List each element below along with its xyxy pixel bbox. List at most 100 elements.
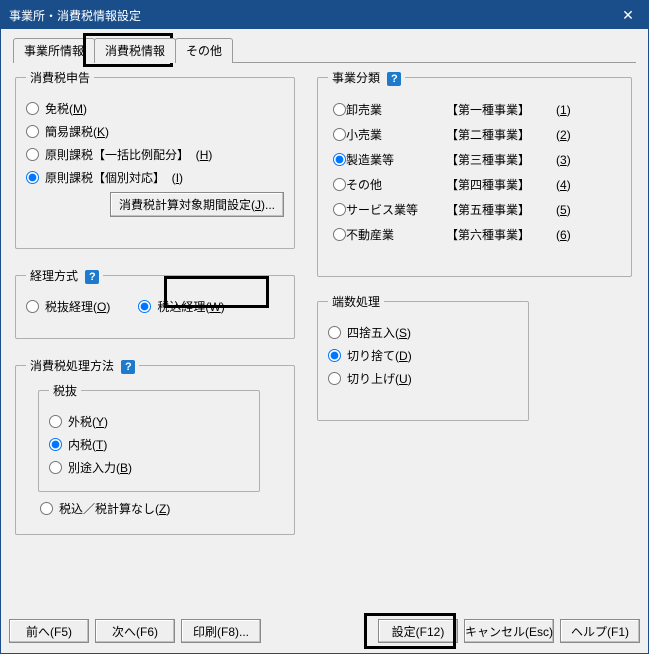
radio-internal-tax[interactable]: 内税(T) [49, 436, 249, 453]
biz-class: 【第四種事業】 [446, 176, 556, 193]
radio-exempt-input[interactable] [26, 102, 39, 115]
radio-ceil-input[interactable] [328, 372, 341, 385]
help-icon[interactable]: ? [85, 270, 99, 284]
next-button[interactable]: 次へ(F6) [95, 619, 175, 643]
biz-label: 小売業 [346, 126, 446, 143]
group-accounting-method: 経理方式 ? 税抜経理(O) 税込経理(W) [15, 267, 295, 339]
biz-class: 【第六種事業】 [446, 226, 556, 243]
radio-principle-individual-label: 原則課税【個別対応】 (I) [45, 169, 183, 186]
biz-shortcut: (2) [556, 128, 586, 142]
radio-tax-included-input[interactable] [138, 300, 151, 313]
radio-separate-input-label: 別途入力(B) [68, 459, 132, 476]
radio-internal-tax-input[interactable] [49, 438, 62, 451]
radio-external-tax-input[interactable] [49, 415, 62, 428]
biz-label: 卸売業 [346, 101, 446, 118]
radio-floor-input[interactable] [328, 349, 341, 362]
legend-tax-return: 消費税申告 [26, 69, 94, 86]
window-title: 事業所・消費税情報設定 [9, 7, 141, 24]
tab-consumption-tax[interactable]: 消費税情報 [94, 38, 176, 63]
help-icon[interactable]: ? [121, 360, 135, 374]
biz-row-2[interactable]: 製造業等【第三種事業】(3) [328, 150, 621, 169]
group-rounding: 端数処理 四捨五入(S) 切り捨て(D) 切り上げ(U) [317, 293, 529, 421]
biz-shortcut: (5) [556, 203, 586, 217]
radio-external-tax-label: 外税(Y) [68, 413, 108, 430]
biz-shortcut: (1) [556, 103, 586, 117]
help-icon[interactable]: ? [387, 72, 401, 86]
biz-row-5[interactable]: 不動産業【第六種事業】(6) [328, 225, 621, 244]
tab-strip: 事業所情報 消費税情報 その他 [13, 39, 640, 63]
prev-button[interactable]: 前へ(F5) [9, 619, 89, 643]
biz-radio-0[interactable] [333, 103, 346, 116]
radio-principle-individual-input[interactable] [26, 171, 39, 184]
radio-tax-excluded[interactable]: 税抜経理(O) [26, 298, 110, 315]
period-settings-button[interactable]: 消費税計算対象期間設定(J)... [110, 192, 284, 217]
radio-no-calc[interactable]: 税込／税計算なし(Z) [40, 500, 284, 517]
group-business-category: 事業分類 ? 卸売業【第一種事業】(1) 小売業【第二種事業】(2) 製造業等【第三… [317, 69, 632, 277]
radio-round[interactable]: 四捨五入(S) [328, 324, 518, 341]
tab-other[interactable]: その他 [175, 38, 233, 63]
radio-separate-input[interactable]: 別途入力(B) [49, 459, 249, 476]
set-button[interactable]: 設定(F12) [378, 619, 458, 643]
biz-radio-2[interactable] [333, 153, 346, 166]
dialog-window: 事業所・消費税情報設定 ✕ 事業所情報 消費税情報 その他 消費税申告 免税(M… [0, 0, 649, 654]
biz-class: 【第五種事業】 [446, 201, 556, 218]
radio-exempt[interactable]: 免税(M) [26, 100, 284, 117]
biz-label: 不動産業 [346, 226, 446, 243]
radio-no-calc-input[interactable] [40, 502, 53, 515]
group-processing: 消費税処理方法 ? 税抜 外税(Y) 内税(T) [15, 357, 295, 535]
right-column: 事業分類 ? 卸売業【第一種事業】(1) 小売業【第二種事業】(2) 製造業等【第三… [317, 69, 632, 421]
biz-radio-1[interactable] [333, 128, 346, 141]
cancel-button[interactable]: キャンセル(Esc) [464, 619, 554, 643]
radio-tax-excluded-label: 税抜経理(O) [45, 298, 110, 315]
tab-panel: 消費税申告 免税(M) 簡易課税(K) 原則課税【一括比例配分】 (H) [9, 63, 640, 620]
radio-tax-included-label: 税込経理(W) [157, 298, 224, 315]
radio-internal-tax-label: 内税(T) [68, 436, 107, 453]
radio-floor[interactable]: 切り捨て(D) [328, 347, 518, 364]
radio-round-input[interactable] [328, 326, 341, 339]
biz-label: その他 [346, 176, 446, 193]
radio-simplified-label: 簡易課税(K) [45, 123, 109, 140]
radio-external-tax[interactable]: 外税(Y) [49, 413, 249, 430]
biz-class: 【第二種事業】 [446, 126, 556, 143]
legend-tax-excluded-sub: 税抜 [49, 382, 81, 399]
titlebar: 事業所・消費税情報設定 ✕ [1, 1, 648, 29]
radio-simplified-input[interactable] [26, 125, 39, 138]
biz-radio-3[interactable] [333, 178, 346, 191]
biz-radio-4[interactable] [333, 203, 346, 216]
radio-principle-bulk[interactable]: 原則課税【一括比例配分】 (H) [26, 146, 284, 163]
radio-no-calc-label: 税込／税計算なし(Z) [59, 500, 170, 517]
help-button[interactable]: ヘルプ(F1) [560, 619, 640, 643]
biz-label: 製造業等 [346, 151, 446, 168]
radio-tax-included[interactable]: 税込経理(W) [138, 298, 224, 315]
biz-row-3[interactable]: その他【第四種事業】(4) [328, 175, 621, 194]
biz-row-0[interactable]: 卸売業【第一種事業】(1) [328, 100, 621, 119]
biz-label: サービス業等 [346, 201, 446, 218]
radio-round-label: 四捨五入(S) [347, 324, 411, 341]
biz-row-1[interactable]: 小売業【第二種事業】(2) [328, 125, 621, 144]
legend-accounting-method: 経理方式 ? [26, 267, 103, 284]
biz-shortcut: (6) [556, 228, 586, 242]
tab-office-info[interactable]: 事業所情報 [13, 38, 95, 63]
legend-business-category: 事業分類 ? [328, 69, 405, 86]
radio-ceil[interactable]: 切り上げ(U) [328, 370, 518, 387]
radio-exempt-label: 免税(M) [45, 100, 87, 117]
legend-rounding: 端数処理 [328, 293, 384, 310]
radio-principle-bulk-input[interactable] [26, 148, 39, 161]
left-column: 消費税申告 免税(M) 簡易課税(K) 原則課税【一括比例配分】 (H) [15, 69, 295, 535]
radio-ceil-label: 切り上げ(U) [347, 370, 412, 387]
print-button[interactable]: 印刷(F8)... [181, 619, 261, 643]
subgroup-tax-excluded: 税抜 外税(Y) 内税(T) 別途入力(B) [38, 382, 260, 492]
biz-class: 【第三種事業】 [446, 151, 556, 168]
biz-radio-5[interactable] [333, 228, 346, 241]
radio-simplified[interactable]: 簡易課税(K) [26, 123, 284, 140]
biz-row-4[interactable]: サービス業等【第五種事業】(5) [328, 200, 621, 219]
close-button[interactable]: ✕ [608, 1, 648, 29]
radio-tax-excluded-input[interactable] [26, 300, 39, 313]
biz-shortcut: (3) [556, 153, 586, 167]
biz-shortcut: (4) [556, 178, 586, 192]
close-icon: ✕ [622, 7, 634, 24]
group-tax-return: 消費税申告 免税(M) 簡易課税(K) 原則課税【一括比例配分】 (H) [15, 69, 295, 249]
radio-principle-individual[interactable]: 原則課税【個別対応】 (I) [26, 169, 284, 186]
radio-separate-input-input[interactable] [49, 461, 62, 474]
radio-floor-label: 切り捨て(D) [347, 347, 412, 364]
